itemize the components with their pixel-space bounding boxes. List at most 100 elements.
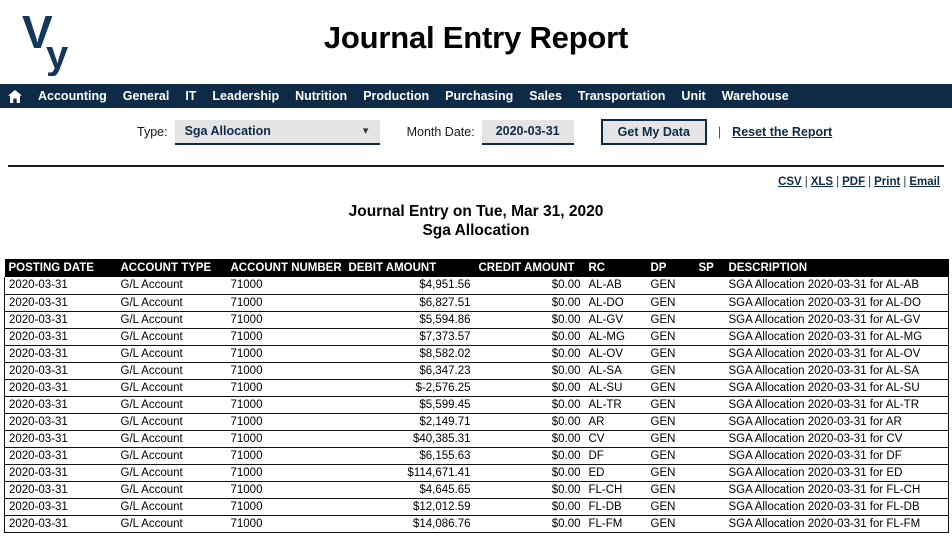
col-posting-date[interactable]: POSTING DATE — [4, 259, 117, 277]
cell-account-type: G/L Account — [116, 464, 227, 482]
table-row[interactable]: 2020-03-31 G/L Account 71000 $114,671.41 $0.… — [4, 464, 949, 482]
cell-debit-amount: $-2,576.25 — [344, 379, 475, 397]
cell-description: SGA Allocation 2020-03-31 for AL-AB — [724, 277, 949, 295]
table-row[interactable]: 2020-03-31 G/L Account 71000 $8,582.02 $0.00… — [4, 345, 949, 363]
export-sep-4: | — [903, 176, 907, 188]
col-credit-amount[interactable]: CREDIT AMOUNT — [474, 259, 585, 277]
cell-posting-date: 2020-03-31 — [4, 498, 117, 516]
nav-item-accounting[interactable]: Accounting — [30, 84, 115, 108]
cell-account-number: 71000 — [226, 498, 345, 516]
cell-account-type: G/L Account — [116, 311, 227, 329]
cell-dp: GEN — [646, 277, 695, 295]
cell-description: SGA Allocation 2020-03-31 for ED — [724, 464, 949, 482]
month-date-input[interactable] — [481, 119, 574, 145]
col-account-number[interactable]: ACCOUNT NUMBER — [226, 259, 345, 277]
table-row[interactable]: 2020-03-31 G/L Account 71000 $2,149.71 $0.00… — [4, 413, 949, 431]
cell-rc: AL-GV — [584, 311, 647, 329]
cell-rc: AL-SU — [584, 379, 647, 397]
cell-rc: AL-TR — [584, 396, 647, 414]
table-row[interactable]: 2020-03-31 G/L Account 71000 $4,951.56 $0.00… — [4, 277, 949, 295]
nav-item-leadership[interactable]: Leadership — [204, 84, 287, 108]
table-row[interactable]: 2020-03-31 G/L Account 71000 $14,086.76 $0.0… — [4, 515, 949, 533]
cell-posting-date: 2020-03-31 — [4, 277, 117, 295]
export-links: CSV | XLS | PDF | Print | Email — [0, 167, 952, 188]
nav-item-warehouse[interactable]: Warehouse — [714, 84, 797, 108]
cell-credit-amount: $0.00 — [474, 447, 585, 465]
col-description[interactable]: DESCRIPTION — [724, 259, 949, 277]
cell-credit-amount: $0.00 — [474, 277, 585, 295]
main-navbar: Accounting General IT Leadership Nutriti… — [0, 84, 952, 108]
cell-account-type: G/L Account — [116, 447, 227, 465]
type-select[interactable]: Sga Allocation ▾ — [174, 119, 380, 145]
cell-credit-amount: $0.00 — [474, 328, 585, 346]
nav-item-purchasing[interactable]: Purchasing — [437, 84, 521, 108]
cell-account-type: G/L Account — [116, 396, 227, 414]
cell-dp: GEN — [646, 464, 695, 482]
export-csv-link[interactable]: CSV — [778, 176, 802, 188]
nav-item-transportation[interactable]: Transportation — [570, 84, 674, 108]
cell-dp: GEN — [646, 328, 695, 346]
table-head: POSTING DATE ACCOUNT TYPE ACCOUNT NUMBER… — [4, 259, 949, 277]
type-label: Type: — [137, 125, 168, 139]
table-row[interactable]: 2020-03-31 G/L Account 71000 $4,645.65 $0.00… — [4, 481, 949, 499]
export-xls-link[interactable]: XLS — [811, 176, 833, 188]
cell-account-type: G/L Account — [116, 379, 227, 397]
cell-account-type: G/L Account — [116, 481, 227, 499]
print-link[interactable]: Print — [874, 176, 900, 188]
nav-item-it[interactable]: IT — [177, 84, 204, 108]
cell-account-number: 71000 — [226, 362, 345, 380]
email-link[interactable]: Email — [909, 176, 940, 188]
col-account-type[interactable]: ACCOUNT TYPE — [116, 259, 227, 277]
cell-rc: AL-OV — [584, 345, 647, 363]
cell-account-number: 71000 — [226, 311, 345, 329]
table-row[interactable]: 2020-03-31 G/L Account 71000 $6,827.51 $0.00… — [4, 294, 949, 312]
cell-rc: AL-SA — [584, 362, 647, 380]
reset-report-link[interactable]: Reset the Report — [732, 125, 832, 139]
col-sp[interactable]: SP — [694, 259, 725, 277]
col-rc[interactable]: RC — [584, 259, 647, 277]
cell-credit-amount: $0.00 — [474, 515, 585, 533]
table-row[interactable]: 2020-03-31 G/L Account 71000 $7,373.57 $0.00… — [4, 328, 949, 346]
cell-account-number: 71000 — [226, 345, 345, 363]
cell-account-type: G/L Account — [116, 498, 227, 516]
cell-account-type: G/L Account — [116, 277, 227, 295]
cell-posting-date: 2020-03-31 — [4, 294, 117, 312]
cell-credit-amount: $0.00 — [474, 481, 585, 499]
col-debit-amount[interactable]: DEBIT AMOUNT — [344, 259, 475, 277]
cell-rc: AL-AB — [584, 277, 647, 295]
cell-debit-amount: $5,599.45 — [344, 396, 475, 414]
nav-item-sales[interactable]: Sales — [521, 84, 570, 108]
nav-item-nutrition[interactable]: Nutrition — [287, 84, 355, 108]
cell-dp: GEN — [646, 294, 695, 312]
col-dp[interactable]: DP — [646, 259, 695, 277]
month-date-label: Month Date: — [406, 125, 475, 139]
cell-posting-date: 2020-03-31 — [4, 481, 117, 499]
export-pdf-link[interactable]: PDF — [842, 176, 865, 188]
cell-description: SGA Allocation 2020-03-31 for AL-OV — [724, 345, 949, 363]
home-icon[interactable] — [4, 84, 26, 108]
nav-item-general[interactable]: General — [115, 84, 178, 108]
cell-account-number: 71000 — [226, 430, 345, 448]
cell-credit-amount: $0.00 — [474, 379, 585, 397]
cell-dp: GEN — [646, 311, 695, 329]
export-sep-2: | — [836, 176, 840, 188]
nav-item-production[interactable]: Production — [355, 84, 437, 108]
cell-posting-date: 2020-03-31 — [4, 345, 117, 363]
table-row[interactable]: 2020-03-31 G/L Account 71000 $-2,576.25 $0.0… — [4, 379, 949, 397]
table-row[interactable]: 2020-03-31 G/L Account 71000 $5,594.86 $0.00… — [4, 311, 949, 329]
table-row[interactable]: 2020-03-31 G/L Account 71000 $6,155.63 $0.00… — [4, 447, 949, 465]
cell-posting-date: 2020-03-31 — [4, 311, 117, 329]
cell-posting-date: 2020-03-31 — [4, 328, 117, 346]
table-row[interactable]: 2020-03-31 G/L Account 71000 $6,347.23 $0.00… — [4, 362, 949, 380]
table-row[interactable]: 2020-03-31 G/L Account 71000 $5,599.45 $0.00… — [4, 396, 949, 414]
table-row[interactable]: 2020-03-31 G/L Account 71000 $12,012.59 $0.0… — [4, 498, 949, 516]
cell-account-number: 71000 — [226, 481, 345, 499]
cell-debit-amount: $4,951.56 — [344, 277, 475, 295]
get-my-data-button[interactable]: Get My Data — [600, 119, 707, 145]
cell-description: SGA Allocation 2020-03-31 for AL-SU — [724, 379, 949, 397]
report-heading-line1: Journal Entry on Tue, Mar 31, 2020 — [348, 203, 604, 220]
nav-item-unit[interactable]: Unit — [673, 84, 713, 108]
table-row[interactable]: 2020-03-31 G/L Account 71000 $40,385.31 $0.0… — [4, 430, 949, 448]
cell-debit-amount: $2,149.71 — [344, 413, 475, 431]
cell-debit-amount: $40,385.31 — [344, 430, 475, 448]
